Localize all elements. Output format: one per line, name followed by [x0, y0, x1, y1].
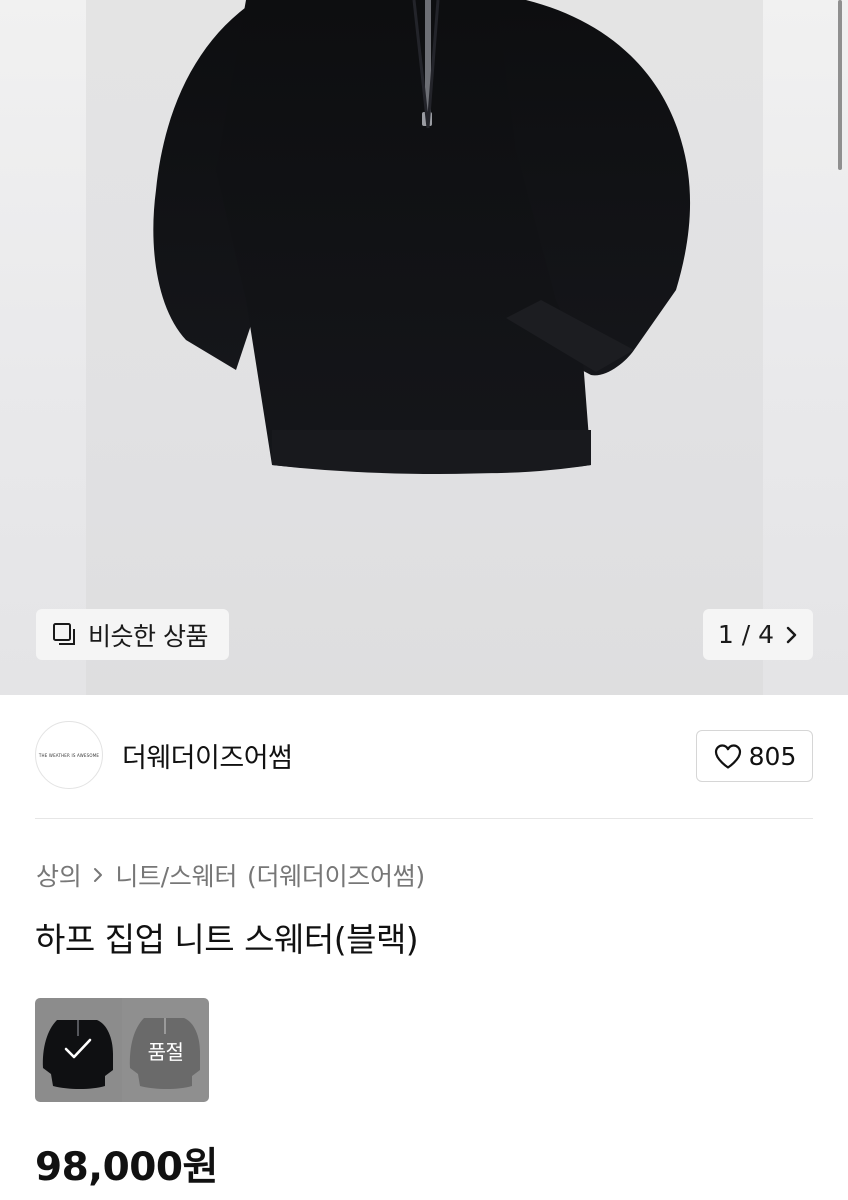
similar-products-button[interactable]: 비슷한 상품	[36, 609, 229, 660]
like-count: 805	[748, 741, 797, 771]
brand-logo-text: THE WEATHER IS AWESOME	[38, 752, 100, 758]
breadcrumb-category[interactable]: 상의	[36, 857, 82, 893]
sold-out-label: 품절	[147, 1040, 184, 1064]
product-photo	[86, 0, 763, 695]
brand-name[interactable]: 더웨더이즈어썸	[122, 736, 293, 775]
product-price: 98,000원	[35, 1145, 218, 1190]
similar-products-label: 비슷한 상품	[88, 621, 208, 651]
breadcrumb-brand[interactable]: (더웨더이즈어썸)	[247, 857, 425, 893]
product-title: 하프 집업 니트 스웨터(블랙)	[35, 920, 419, 959]
chevron-right-icon	[93, 867, 103, 883]
breadcrumb-subcategory[interactable]: 니트/스웨터	[115, 857, 237, 893]
heart-icon	[713, 743, 743, 770]
like-button[interactable]: 805	[696, 730, 813, 782]
product-image-gallery[interactable]: 비슷한 상품 1 / 4	[0, 0, 848, 695]
image-pager-text: 1 / 4	[717, 620, 775, 649]
color-option-black[interactable]	[35, 998, 122, 1102]
image-pager-button[interactable]: 1 / 4	[703, 609, 813, 660]
scrollbar[interactable]	[838, 0, 842, 170]
divider	[35, 818, 813, 819]
color-options: 품절	[35, 998, 209, 1102]
color-option-grey[interactable]: 품절	[122, 998, 209, 1102]
brand-logo[interactable]: THE WEATHER IS AWESOME	[35, 721, 103, 789]
chevron-right-icon	[786, 626, 798, 644]
breadcrumb: 상의 니트/스웨터 (더웨더이즈어썸)	[36, 857, 425, 893]
similar-items-icon	[52, 622, 78, 648]
